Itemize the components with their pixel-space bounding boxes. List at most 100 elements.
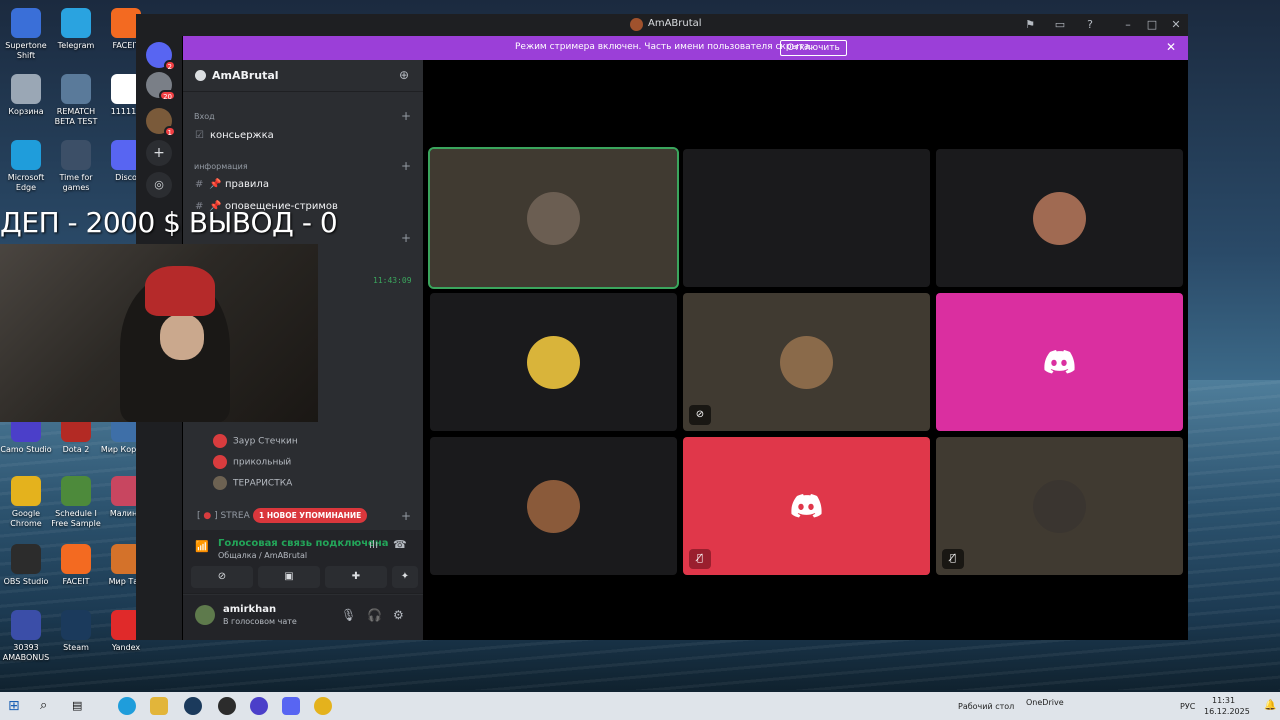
discord-icon[interactable] bbox=[282, 697, 300, 715]
desktop-icon[interactable]: Microsoft Edge bbox=[0, 140, 52, 193]
soundboard-button[interactable]: ✦ bbox=[392, 566, 418, 588]
voice-user[interactable]: Заур Стечкин bbox=[213, 434, 298, 448]
chrome-icon[interactable] bbox=[314, 697, 332, 715]
desktop-icon[interactable]: OBS Studio bbox=[0, 544, 52, 587]
disconnect-icon[interactable]: ☎ bbox=[393, 538, 407, 551]
webcam-overlay bbox=[0, 244, 318, 422]
avatar bbox=[213, 434, 227, 448]
voice-participant-tile[interactable] bbox=[683, 149, 930, 287]
voice-user[interactable]: ТЕРАРИСТКА bbox=[213, 476, 292, 490]
avatar[interactable] bbox=[195, 605, 215, 625]
voice-participant-tile[interactable]: 🎙̸ bbox=[936, 437, 1183, 575]
app-icon[interactable] bbox=[218, 697, 236, 715]
signal-icon[interactable]: 📶 bbox=[195, 540, 209, 553]
activities-icon: ✚ bbox=[351, 571, 361, 582]
maximize-button[interactable]: □ bbox=[1144, 17, 1160, 33]
desktop-icon[interactable]: Schedule I Free Sample bbox=[50, 476, 102, 529]
overlay-clock: 11:43:09 bbox=[373, 276, 412, 285]
category-vhod[interactable]: Вход bbox=[194, 112, 215, 121]
channel-label: консьержка bbox=[209, 130, 274, 141]
voice-participant-tile[interactable] bbox=[936, 149, 1183, 287]
camera-button[interactable]: ⊘ bbox=[191, 566, 253, 588]
server-icon[interactable]: 20 bbox=[146, 72, 176, 101]
screen-share-button[interactable]: ▣ bbox=[258, 566, 320, 588]
desktop-icon[interactable]: Telegram bbox=[50, 8, 102, 51]
screen-share-icon[interactable]: ▭ bbox=[1052, 17, 1068, 33]
voice-user[interactable]: прикольный bbox=[213, 455, 291, 469]
voice-participant-tile[interactable] bbox=[936, 293, 1183, 431]
add-channel-icon[interactable]: + bbox=[401, 159, 411, 173]
desktop-icon-label: REMATCH BETA TEST bbox=[54, 107, 98, 126]
close-banner-icon[interactable]: ✕ bbox=[1166, 40, 1176, 54]
steam-icon[interactable] bbox=[184, 697, 202, 715]
desktop-toolbar-label[interactable]: Рабочий стол bbox=[958, 702, 1014, 711]
language-indicator[interactable]: РУС bbox=[1180, 702, 1195, 711]
invite-icon[interactable]: ⊕ bbox=[399, 68, 409, 82]
camo-icon[interactable] bbox=[250, 697, 268, 715]
notifications-icon[interactable]: 🔔 bbox=[1264, 700, 1276, 711]
voice-participant-tile[interactable] bbox=[428, 147, 679, 289]
avatar bbox=[527, 480, 580, 533]
new-mention-pill[interactable]: 1 НОВОЕ УПОМИНАНИЕ bbox=[253, 508, 368, 523]
streamer-face bbox=[160, 314, 204, 360]
desktop-icon[interactable]: FACEIT bbox=[50, 544, 102, 587]
desktop-icon-label: Microsoft Edge bbox=[7, 173, 45, 192]
avatar bbox=[527, 192, 580, 245]
start-windows-icon[interactable]: ⊞ bbox=[8, 697, 26, 715]
add-server-icon[interactable]: + bbox=[146, 140, 172, 166]
desktop-icon[interactable]: Корзина bbox=[0, 74, 52, 117]
avatar bbox=[213, 455, 227, 469]
window-avatar-icon bbox=[630, 18, 643, 31]
unread-badge: 20 bbox=[159, 90, 176, 101]
desktop-icon-label: OBS Studio bbox=[3, 577, 49, 586]
voice-channel[interactable]: Общалка / AmABrutal bbox=[218, 551, 307, 560]
add-channel-icon[interactable]: + bbox=[401, 109, 411, 123]
server-icon[interactable]: 1 bbox=[146, 108, 176, 137]
settings-gear-icon[interactable]: ⚙ bbox=[393, 608, 404, 622]
voice-participant-tile[interactable]: ⊘ bbox=[683, 293, 930, 431]
voice-participant-tile[interactable] bbox=[430, 437, 677, 575]
app-icon bbox=[11, 8, 41, 38]
activities-button[interactable]: ✚ bbox=[325, 566, 387, 588]
headphones-icon[interactable]: 🎧 bbox=[367, 608, 382, 622]
channel-konsierzhka[interactable]: ☑ консьержка bbox=[195, 130, 274, 141]
file-explorer-icon[interactable] bbox=[150, 697, 168, 715]
minimize-button[interactable]: – bbox=[1120, 17, 1136, 33]
window-title: AmABrutal bbox=[648, 18, 702, 29]
guild-header[interactable]: AmABrutal ⊕ bbox=[183, 60, 423, 92]
search-icon[interactable]: ⌕ bbox=[40, 697, 58, 715]
channel-pravila[interactable]: # 📌 правила bbox=[195, 179, 269, 190]
dm-home-icon[interactable]: 2 bbox=[146, 42, 176, 71]
category-informaciya[interactable]: информация bbox=[194, 162, 248, 171]
desktop-icon[interactable]: Time for games bbox=[50, 140, 102, 193]
voice-participant-tile[interactable] bbox=[430, 293, 677, 431]
desktop-icon[interactable]: Supertone Shift bbox=[0, 8, 52, 61]
discover-icon[interactable]: ◎ bbox=[146, 172, 172, 198]
stream-overlay-text: ДЕП - 2000 $ ВЫВОД - 0 bbox=[0, 206, 338, 239]
desktop-icon[interactable]: Google Chrome bbox=[0, 476, 52, 529]
desktop-icon[interactable]: Steam bbox=[50, 610, 102, 653]
help-icon[interactable]: ? bbox=[1082, 17, 1098, 33]
task-view-icon[interactable]: ▤ bbox=[72, 697, 90, 715]
desktop-icon[interactable]: REMATCH BETA TEST bbox=[50, 74, 102, 127]
discord-logo-icon bbox=[1042, 349, 1076, 375]
onedrive-label[interactable]: OneDrive bbox=[1026, 698, 1064, 707]
edge-icon[interactable] bbox=[118, 697, 136, 715]
app-icon bbox=[61, 476, 91, 506]
category-stream[interactable]: [ ● ] STREA bbox=[197, 511, 250, 521]
noise-suppression-icon[interactable]: ılı bbox=[369, 538, 378, 551]
voice-participant-tile[interactable]: 🎙̸ bbox=[683, 437, 930, 575]
add-channel-icon[interactable]: + bbox=[401, 509, 411, 523]
voice-status: Голосовая связь подключена bbox=[218, 538, 389, 549]
close-window-button[interactable]: ✕ bbox=[1168, 17, 1184, 33]
add-channel-icon[interactable]: + bbox=[401, 231, 411, 245]
inbox-flag-icon[interactable]: ⚑ bbox=[1022, 17, 1038, 33]
microphone-icon[interactable]: 🎙 bbox=[341, 608, 356, 622]
streamer-mode-message: Режим стримера включен. Часть имени поль… bbox=[515, 42, 813, 52]
clock-date[interactable]: 16.12.2025 bbox=[1204, 707, 1250, 716]
desktop-icon-label: Telegram bbox=[57, 41, 95, 50]
desktop-icon-label: FACEIT bbox=[62, 577, 90, 586]
disable-streamer-mode-button[interactable]: Отключить bbox=[780, 40, 847, 56]
clock-time[interactable]: 11:31 bbox=[1212, 696, 1235, 705]
desktop-icon[interactable]: 30393 AMABONUS bbox=[0, 610, 52, 663]
